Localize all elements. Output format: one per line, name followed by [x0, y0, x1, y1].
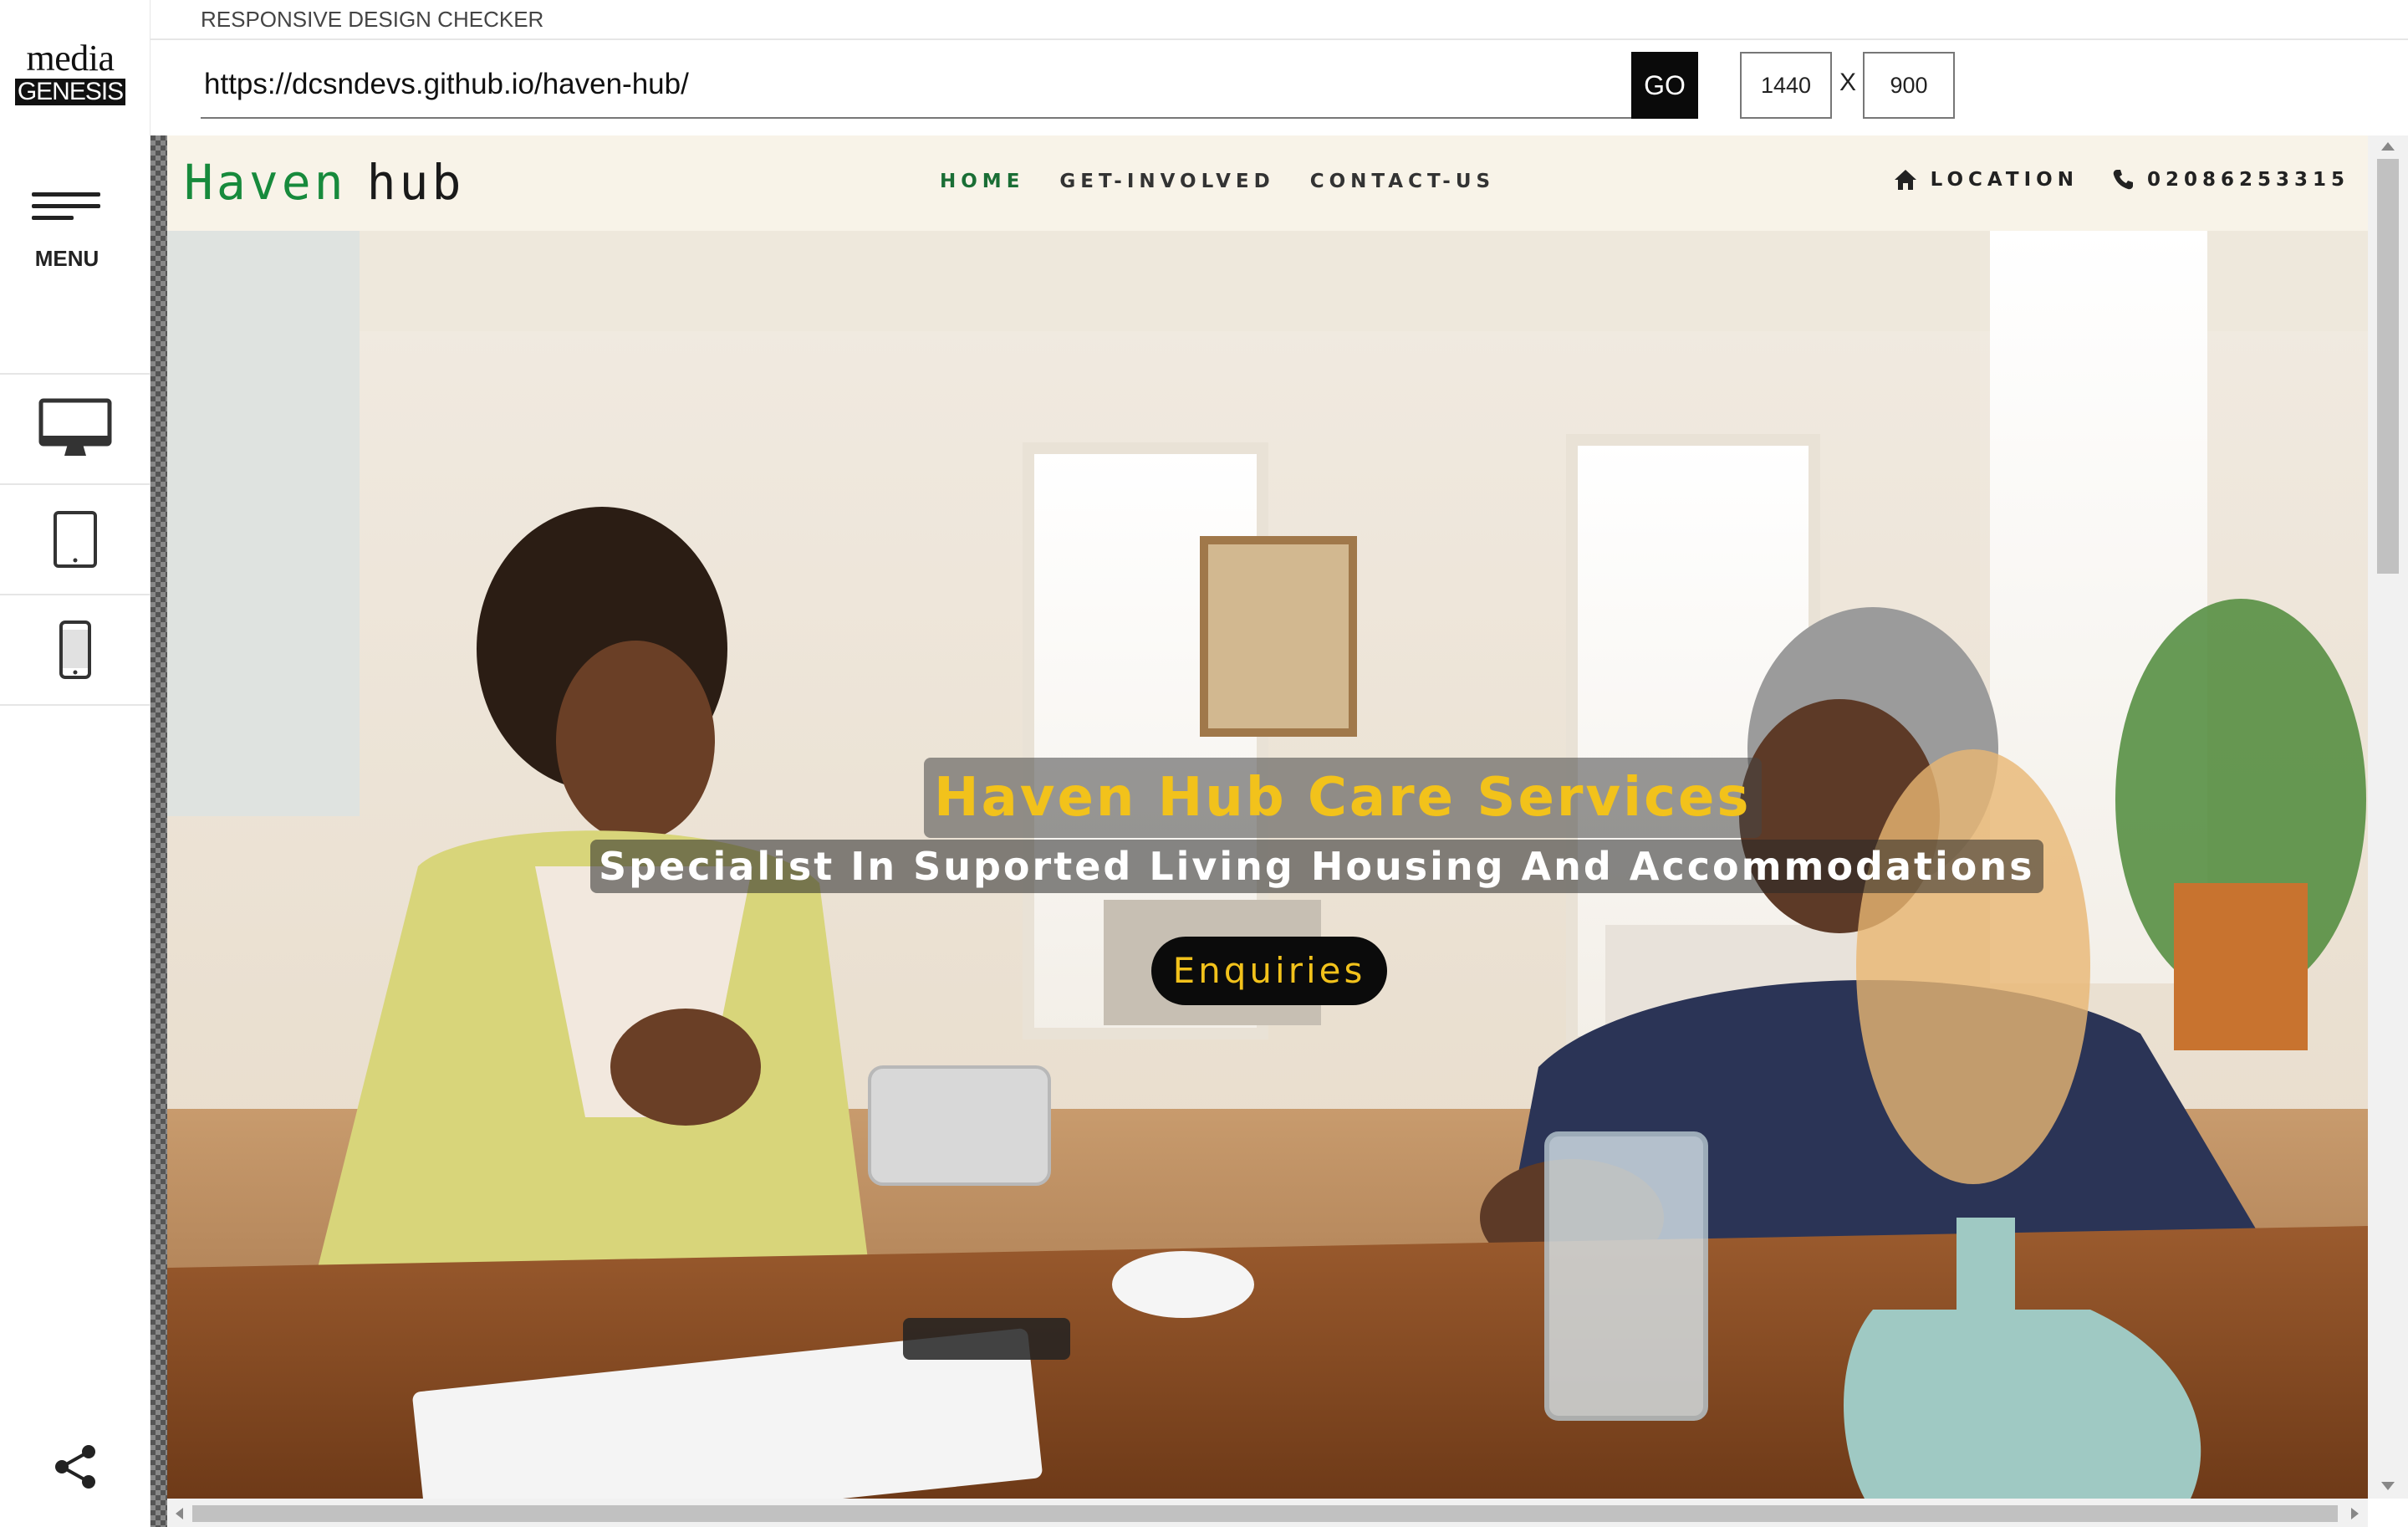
logo-text-genesis: GENESIS: [15, 79, 125, 105]
desktop-icon: [38, 398, 112, 456]
width-input[interactable]: [1740, 52, 1832, 119]
tablet-view-button[interactable]: [0, 485, 150, 595]
hero-title: Haven Hub Care Services: [924, 758, 1762, 838]
nav-link-get-involved[interactable]: GET-INVOLVED: [1059, 171, 1274, 192]
phone-icon: [2113, 170, 2133, 190]
menu-button[interactable]: MENU: [25, 192, 109, 284]
share-button[interactable]: [52, 1443, 99, 1490]
scroll-right-arrow-icon[interactable]: [2351, 1508, 2359, 1519]
preview-frame[interactable]: Haven hub HOME GET-INVOLVED CONTACT-US LO…: [150, 135, 2408, 1527]
horizontal-scrollbar[interactable]: [167, 1499, 2368, 1527]
frame-edge-pattern: [150, 135, 167, 1527]
vertical-scrollbar[interactable]: [2368, 135, 2408, 1499]
hero-subtitle: Specialist In Suported Living Housing An…: [590, 840, 2043, 893]
brand-word-haven: Haven: [184, 154, 347, 211]
horizontal-scroll-thumb[interactable]: [192, 1505, 2338, 1522]
go-button[interactable]: GO: [1631, 52, 1698, 119]
menu-label: MENU: [34, 246, 99, 271]
site-nav-links: HOME GET-INVOLVED CONTACT-US: [940, 171, 1495, 192]
site-brand-logo[interactable]: Haven hub: [184, 154, 464, 211]
scroll-down-arrow-icon[interactable]: [2381, 1482, 2395, 1490]
scroll-left-arrow-icon[interactable]: [176, 1508, 183, 1519]
hamburger-icon: [25, 192, 109, 220]
share-icon: [55, 1445, 95, 1489]
top-divider: [150, 38, 2408, 40]
vertical-scroll-thumb[interactable]: [2377, 159, 2399, 574]
mobile-view-button[interactable]: [0, 595, 150, 706]
tablet-icon: [54, 511, 97, 568]
sidebar: media GENESIS MENU: [0, 0, 150, 1527]
height-input[interactable]: [1863, 52, 1955, 119]
app-title: RESPONSIVE DESIGN CHECKER: [201, 7, 544, 32]
mobile-icon: [59, 621, 91, 679]
enquiries-button[interactable]: Enquiries: [1151, 937, 1387, 1005]
scroll-up-arrow-icon[interactable]: [2381, 142, 2395, 151]
nav-link-contact-us[interactable]: CONTACT-US: [1310, 171, 1495, 192]
location-link[interactable]: LOCATION: [1894, 169, 2079, 191]
url-input[interactable]: [201, 52, 1632, 119]
home-icon: [1894, 170, 1916, 190]
site-navbar: Haven hub HOME GET-INVOLVED CONTACT-US LO…: [167, 135, 2368, 231]
brand-word-hub: hub: [366, 154, 465, 211]
nav-link-home[interactable]: HOME: [940, 171, 1024, 192]
site-nav-contact: LOCATION 02086253315: [1894, 169, 2349, 191]
phone-link[interactable]: 02086253315: [2112, 169, 2349, 191]
desktop-view-button[interactable]: [0, 375, 150, 485]
dimension-separator: X: [1839, 69, 1857, 96]
hero-section: Haven Hub Care Services Specialist In Su…: [167, 231, 2368, 1499]
media-genesis-logo[interactable]: media GENESIS: [15, 38, 125, 105]
logo-text-media: media: [26, 38, 115, 79]
location-label: LOCATION: [1930, 169, 2079, 191]
phone-number: 02086253315: [2146, 169, 2349, 191]
device-list: [0, 373, 150, 706]
